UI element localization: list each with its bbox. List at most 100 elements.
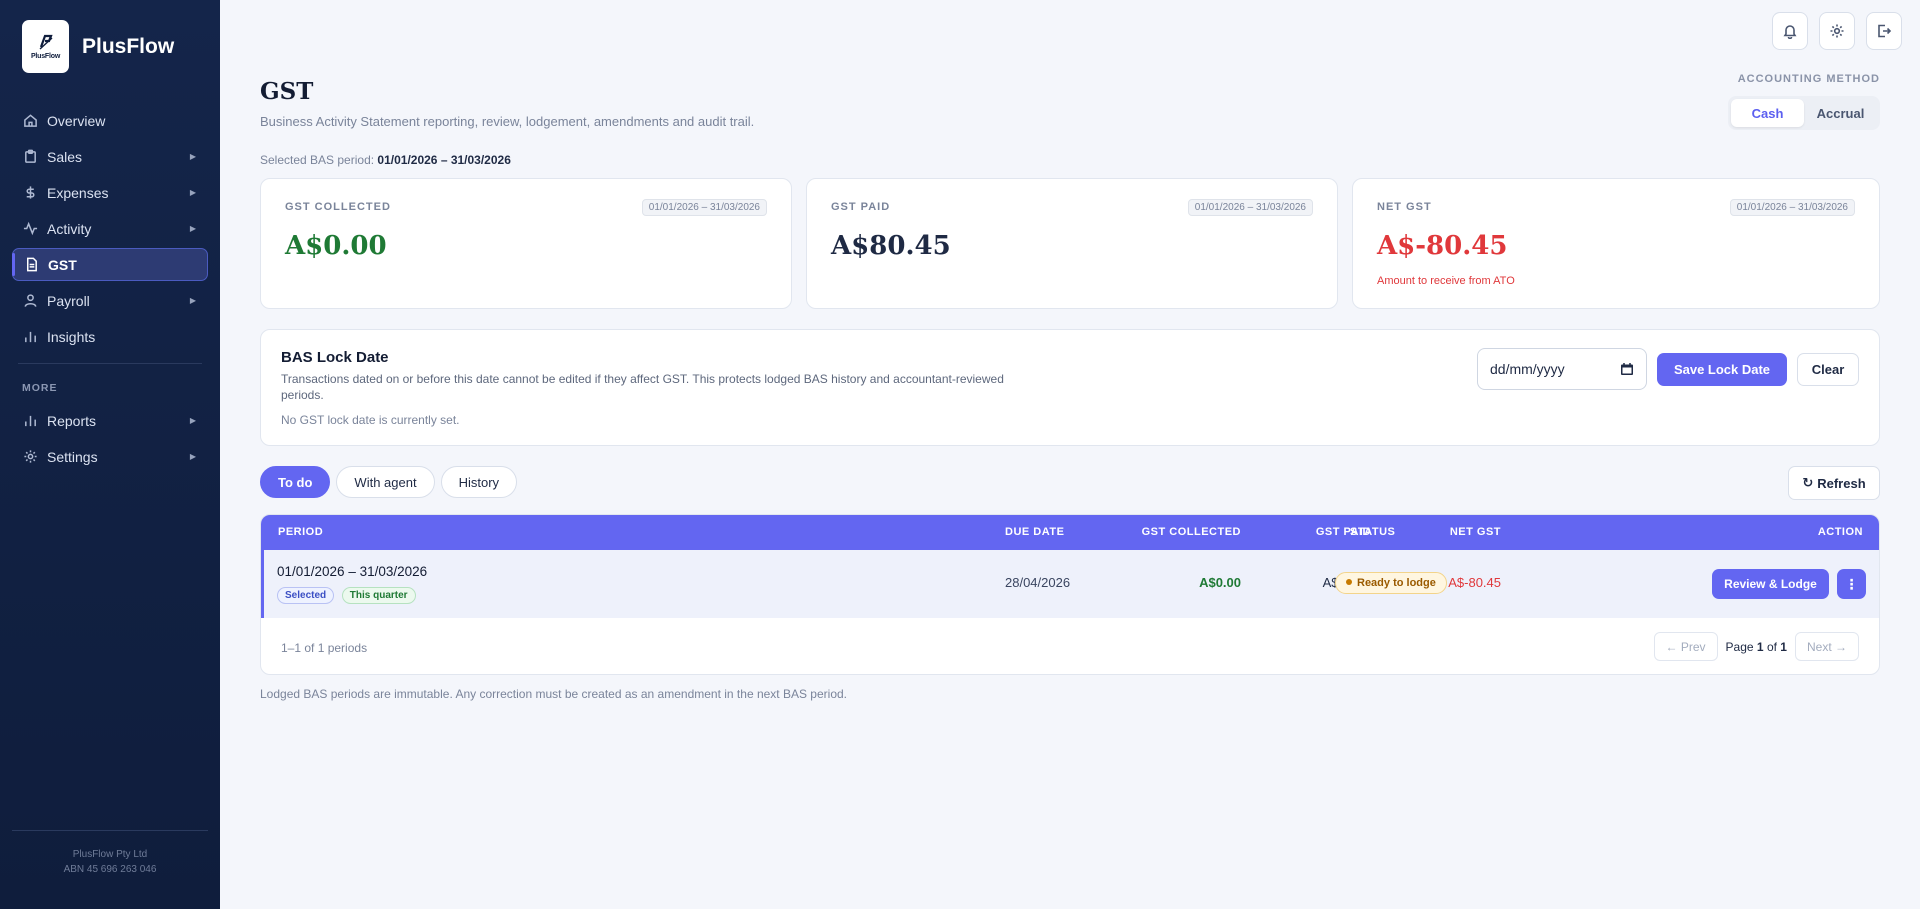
home-icon bbox=[22, 113, 38, 129]
bas-periods-table: PERIOD DUE DATE GST COLLECTED GST PAID N… bbox=[260, 514, 1880, 675]
prev-page-button[interactable]: ← Prev bbox=[1653, 632, 1718, 661]
sidebar-footer: PlusFlow Pty Ltd ABN 45 696 263 046 bbox=[0, 847, 220, 877]
sidebar-item-payroll[interactable]: Payroll ▶ bbox=[12, 284, 208, 317]
column-header-gst-collected: GST COLLECTED bbox=[1141, 526, 1241, 538]
stat-label: GST PAID bbox=[831, 201, 891, 213]
sidebar-item-label: Payroll bbox=[47, 292, 90, 309]
logo: PlusFlow bbox=[22, 20, 69, 73]
stat-period-pill: 01/01/2026 – 31/03/2026 bbox=[1187, 199, 1313, 216]
next-page-button[interactable]: Next → bbox=[1794, 632, 1859, 661]
bar-chart-icon bbox=[22, 329, 38, 345]
notifications-button[interactable] bbox=[1772, 12, 1808, 50]
tab-history[interactable]: History bbox=[440, 466, 518, 498]
net-gst-card: NET GST 01/01/2026 – 31/03/2026 A$-80.45… bbox=[1352, 178, 1880, 309]
lock-title: BAS Lock Date bbox=[281, 349, 389, 366]
review-lodge-button[interactable]: Review & Lodge bbox=[1712, 569, 1829, 599]
accounting-accrual-option[interactable]: Accrual bbox=[1804, 99, 1877, 127]
sidebar-item-label: Settings bbox=[47, 448, 98, 465]
sidebar-item-label: Sales bbox=[47, 148, 83, 165]
gear-icon bbox=[22, 449, 38, 465]
company-abn: ABN 45 696 263 046 bbox=[63, 864, 157, 875]
stat-period-pill: 01/01/2026 – 31/03/2026 bbox=[641, 199, 767, 216]
sidebar-item-label: Reports bbox=[47, 412, 97, 429]
settings-button[interactable] bbox=[1819, 12, 1855, 50]
current-page: 1 bbox=[1756, 639, 1764, 654]
sidebar-footer-divider bbox=[12, 830, 208, 831]
row-net-gst: A$-80.45 bbox=[1448, 575, 1501, 590]
pagination: ← Prev Page 1 of 1 Next → bbox=[1653, 632, 1859, 661]
sidebar-item-overview[interactable]: Overview bbox=[12, 104, 208, 137]
sidebar-item-reports[interactable]: Reports ▶ bbox=[12, 404, 208, 437]
nav-divider bbox=[18, 363, 202, 364]
column-header-action: ACTION bbox=[1817, 526, 1863, 538]
selected-period-label: Selected BAS period: bbox=[260, 153, 375, 167]
lock-status: No GST lock date is currently set. bbox=[281, 413, 460, 427]
bell-icon bbox=[1783, 25, 1797, 39]
row-period: 01/01/2026 – 31/03/2026 bbox=[277, 564, 428, 579]
row-more-button[interactable]: ⋮ bbox=[1837, 569, 1866, 599]
stat-note: Amount to receive from ATO bbox=[1377, 275, 1515, 287]
row-gst-collected: A$0.00 bbox=[1199, 575, 1241, 590]
immutable-note: Lodged BAS periods are immutable. Any co… bbox=[260, 687, 847, 701]
gst-paid-card: GST PAID 01/01/2026 – 31/03/2026 A$80.45 bbox=[806, 178, 1338, 309]
clear-lock-date-button[interactable]: Clear bbox=[1797, 353, 1859, 386]
caret-right-icon: ▶ bbox=[189, 416, 196, 425]
status-text: Ready to lodge bbox=[1357, 577, 1436, 589]
stat-value: A$-80.45 bbox=[1377, 231, 1508, 261]
accounting-cash-option[interactable]: Cash bbox=[1731, 99, 1804, 127]
logout-icon bbox=[1878, 24, 1892, 38]
brand[interactable]: PlusFlow PlusFlow bbox=[22, 20, 174, 73]
bar-chart-icon bbox=[22, 413, 38, 429]
calendar-icon bbox=[1621, 363, 1633, 375]
stat-value: A$0.00 bbox=[285, 231, 387, 261]
sidebar-item-label: Overview bbox=[47, 112, 106, 129]
this-quarter-badge: This quarter bbox=[341, 587, 416, 604]
caret-right-icon: ▶ bbox=[189, 224, 196, 233]
logout-button[interactable] bbox=[1866, 12, 1902, 50]
dollar-icon bbox=[22, 185, 38, 201]
sidebar-item-gst[interactable]: GST bbox=[12, 248, 208, 281]
accounting-method-toggle: Cash Accrual bbox=[1728, 96, 1880, 130]
clipboard-icon bbox=[22, 149, 38, 165]
table-count: 1–1 of 1 periods bbox=[281, 641, 368, 655]
save-lock-date-button[interactable]: Save Lock Date bbox=[1657, 353, 1787, 386]
stat-label: NET GST bbox=[1377, 201, 1432, 213]
sidebar-item-label: Insights bbox=[47, 328, 96, 345]
page-title: GST bbox=[260, 78, 314, 105]
gst-tabs: To do With agent History bbox=[260, 466, 518, 498]
total-pages: 1 bbox=[1780, 639, 1787, 654]
refresh-icon: ↻ bbox=[1802, 475, 1814, 490]
selected-period-value: 01/01/2026 – 31/03/2026 bbox=[377, 153, 511, 167]
sidebar-item-expenses[interactable]: Expenses ▶ bbox=[12, 176, 208, 209]
more-vertical-icon: ⋮ bbox=[1844, 575, 1859, 592]
sidebar-item-activity[interactable]: Activity ▶ bbox=[12, 212, 208, 245]
table-header: PERIOD DUE DATE GST COLLECTED GST PAID N… bbox=[261, 515, 1879, 550]
caret-right-icon: ▶ bbox=[189, 452, 196, 461]
user-icon bbox=[22, 293, 38, 309]
top-toolbar bbox=[1772, 12, 1902, 50]
sidebar-item-label: Activity bbox=[47, 220, 92, 237]
lock-date-input[interactable]: dd/mm/yyyy bbox=[1477, 348, 1647, 390]
page-subtitle: Business Activity Statement reporting, r… bbox=[260, 114, 755, 129]
sidebar-item-sales[interactable]: Sales ▶ bbox=[12, 140, 208, 173]
logo-mark-icon bbox=[37, 33, 55, 51]
gear-icon bbox=[1830, 24, 1844, 38]
nav-section-more: MORE bbox=[22, 382, 58, 394]
of-word: of bbox=[1766, 639, 1777, 654]
date-placeholder: dd/mm/yyyy bbox=[1490, 361, 1565, 377]
row-due-date: 28/04/2026 bbox=[1005, 575, 1071, 590]
sidebar-item-insights[interactable]: Insights bbox=[12, 320, 208, 353]
table-row[interactable]: 01/01/2026 – 31/03/2026 Selected This qu… bbox=[261, 550, 1879, 618]
status-dot-icon bbox=[1346, 579, 1352, 586]
tab-with-agent[interactable]: With agent bbox=[336, 466, 435, 498]
gst-collected-card: GST COLLECTED 01/01/2026 – 31/03/2026 A$… bbox=[260, 178, 792, 309]
tab-to-do[interactable]: To do bbox=[260, 466, 331, 498]
bas-lock-date-card: BAS Lock Date Transactions dated on or b… bbox=[260, 329, 1880, 446]
sidebar-item-settings[interactable]: Settings ▶ bbox=[12, 440, 208, 473]
sidebar-nav: Overview Sales ▶ Expenses ▶ Activity ▶ G… bbox=[12, 104, 208, 476]
row-badges: Selected This quarter bbox=[277, 586, 420, 604]
column-header-due-date: DUE DATE bbox=[1005, 526, 1065, 538]
refresh-button[interactable]: ↻ Refresh bbox=[1788, 466, 1880, 500]
column-header-net-gst: NET GST bbox=[1449, 526, 1501, 538]
sidebar: PlusFlow PlusFlow Overview Sales ▶ Expen… bbox=[0, 0, 220, 909]
